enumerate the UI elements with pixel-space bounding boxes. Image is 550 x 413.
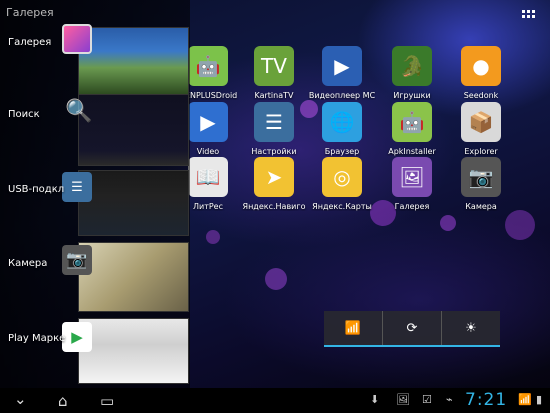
recent-item-gallery[interactable]: Галерея: [0, 20, 190, 100]
app-maps[interactable]: ◎ Яндекс.Карты: [308, 157, 376, 211]
status-clock[interactable]: 7:21: [465, 390, 507, 410]
gallery-icon: [62, 24, 92, 54]
tv-icon: TV: [254, 46, 294, 86]
home-button-icon[interactable]: ⌂: [58, 392, 68, 410]
app-gallery[interactable]: 🖼 Галерея: [378, 157, 446, 211]
wifi-signal-icon: 📶: [518, 393, 532, 406]
camera-icon: 📷: [461, 157, 501, 197]
app-browser[interactable]: 🌐 Браузер: [308, 102, 376, 156]
recent-item-play-market[interactable]: ▶ Play Марке: [0, 316, 190, 386]
app-label: Seedonk: [463, 91, 499, 100]
brightness-toggle-icon[interactable]: ☀: [442, 311, 500, 345]
app-label: Настройки: [251, 147, 297, 156]
recent-item-usb[interactable]: ☰ USB-подкл: [0, 168, 190, 238]
search-icon: 🔍: [65, 98, 93, 124]
app-label: Браузер: [324, 147, 360, 156]
android-icon: 🤖: [188, 46, 228, 86]
recent-item-search[interactable]: 🔍 Поиск: [0, 92, 190, 167]
recent-thumbnail: [78, 318, 189, 384]
screenshot-icon: 🖼: [396, 393, 410, 406]
download-icon: ⬇: [370, 393, 380, 406]
game-icon: 🐊: [392, 46, 432, 86]
battery-icon: ▮: [536, 393, 543, 406]
recent-item-label: Play Марке: [8, 333, 66, 344]
all-apps-icon[interactable]: [522, 10, 536, 22]
gallery-icon: 🖼: [392, 157, 432, 197]
usb-icon: ⌁: [446, 393, 453, 406]
recent-item-label: USB-подкл: [8, 184, 65, 195]
browser-icon: 🌐: [322, 102, 362, 142]
app-label: Галерея: [394, 202, 430, 211]
sync-toggle-icon[interactable]: ⟳: [383, 311, 442, 345]
app-game[interactable]: 🐊 Игрушки: [378, 46, 446, 100]
app-camera[interactable]: 📷 Камера: [447, 157, 515, 211]
bokeh-dot: [505, 210, 535, 240]
apk-icon: 🤖: [392, 102, 432, 142]
video-icon: ▶: [188, 102, 228, 142]
recent-apps-panel: Галерея Галерея 🔍 Поиск ☰ USB-подкл 📷 Ка…: [0, 0, 190, 388]
recent-thumbnail: [78, 242, 189, 312]
app-label: Яндекс.Навиго: [242, 202, 306, 211]
system-bar: ⌄ ⌂ ▭ ⬇ 🖼 ☑ ⌁ 7:21 📶 ▮: [0, 388, 550, 413]
recent-item-label: Поиск: [8, 109, 40, 120]
app-label: ApkInstaller: [388, 147, 436, 156]
back-button-icon[interactable]: ⌄: [14, 390, 27, 408]
play-store-icon: ▶: [62, 322, 92, 352]
app-label: Игрушки: [393, 91, 431, 100]
bokeh-dot: [440, 215, 456, 231]
recent-header-label: Галерея: [6, 6, 54, 19]
recent-thumbnail: [78, 170, 189, 236]
app-settings[interactable]: ☰ Настройки: [240, 102, 308, 156]
recent-item-label: Галерея: [8, 37, 52, 48]
app-label: Камера: [465, 202, 497, 211]
recent-item-camera[interactable]: 📷 Камера: [0, 240, 190, 312]
maps-icon: ◎: [322, 157, 362, 197]
bokeh-dot: [265, 268, 287, 290]
recent-thumbnail: [78, 27, 189, 95]
book-icon: 📖: [188, 157, 228, 197]
app-label: Explorer: [464, 147, 498, 156]
app-apk[interactable]: 🤖 ApkInstaller: [378, 102, 446, 156]
app-tv[interactable]: TV KartinaTV: [240, 46, 308, 100]
app-label: Яндекс.Карты: [312, 202, 372, 211]
app-explorer[interactable]: 📦 Explorer: [447, 102, 515, 156]
wifi-toggle-icon[interactable]: 📶: [324, 311, 383, 345]
bokeh-dot: [206, 230, 220, 244]
seedonk-icon: ●: [461, 46, 501, 86]
quick-settings-bar: 📶 ⟳ ☀: [324, 311, 500, 347]
app-seedonk[interactable]: ● Seedonk: [447, 46, 515, 100]
app-label: KartinaTV: [254, 91, 294, 100]
play-icon: ▶: [322, 46, 362, 86]
app-label: Видеоплеер МС: [308, 91, 376, 100]
recent-apps-button-icon[interactable]: ▭: [100, 392, 114, 410]
task-done-icon: ☑: [422, 393, 432, 406]
navigator-icon: ➤: [254, 157, 294, 197]
app-play[interactable]: ▶ Видеоплеер МС: [308, 46, 376, 100]
explorer-icon: 📦: [461, 102, 501, 142]
app-navigator[interactable]: ➤ Яндекс.Навиго: [240, 157, 308, 211]
recent-item-label: Камера: [8, 258, 48, 269]
settings-icon: ☰: [254, 102, 294, 142]
recent-thumbnail: [78, 94, 189, 166]
usb-settings-icon: ☰: [62, 172, 92, 202]
camera-icon: 📷: [62, 245, 92, 275]
